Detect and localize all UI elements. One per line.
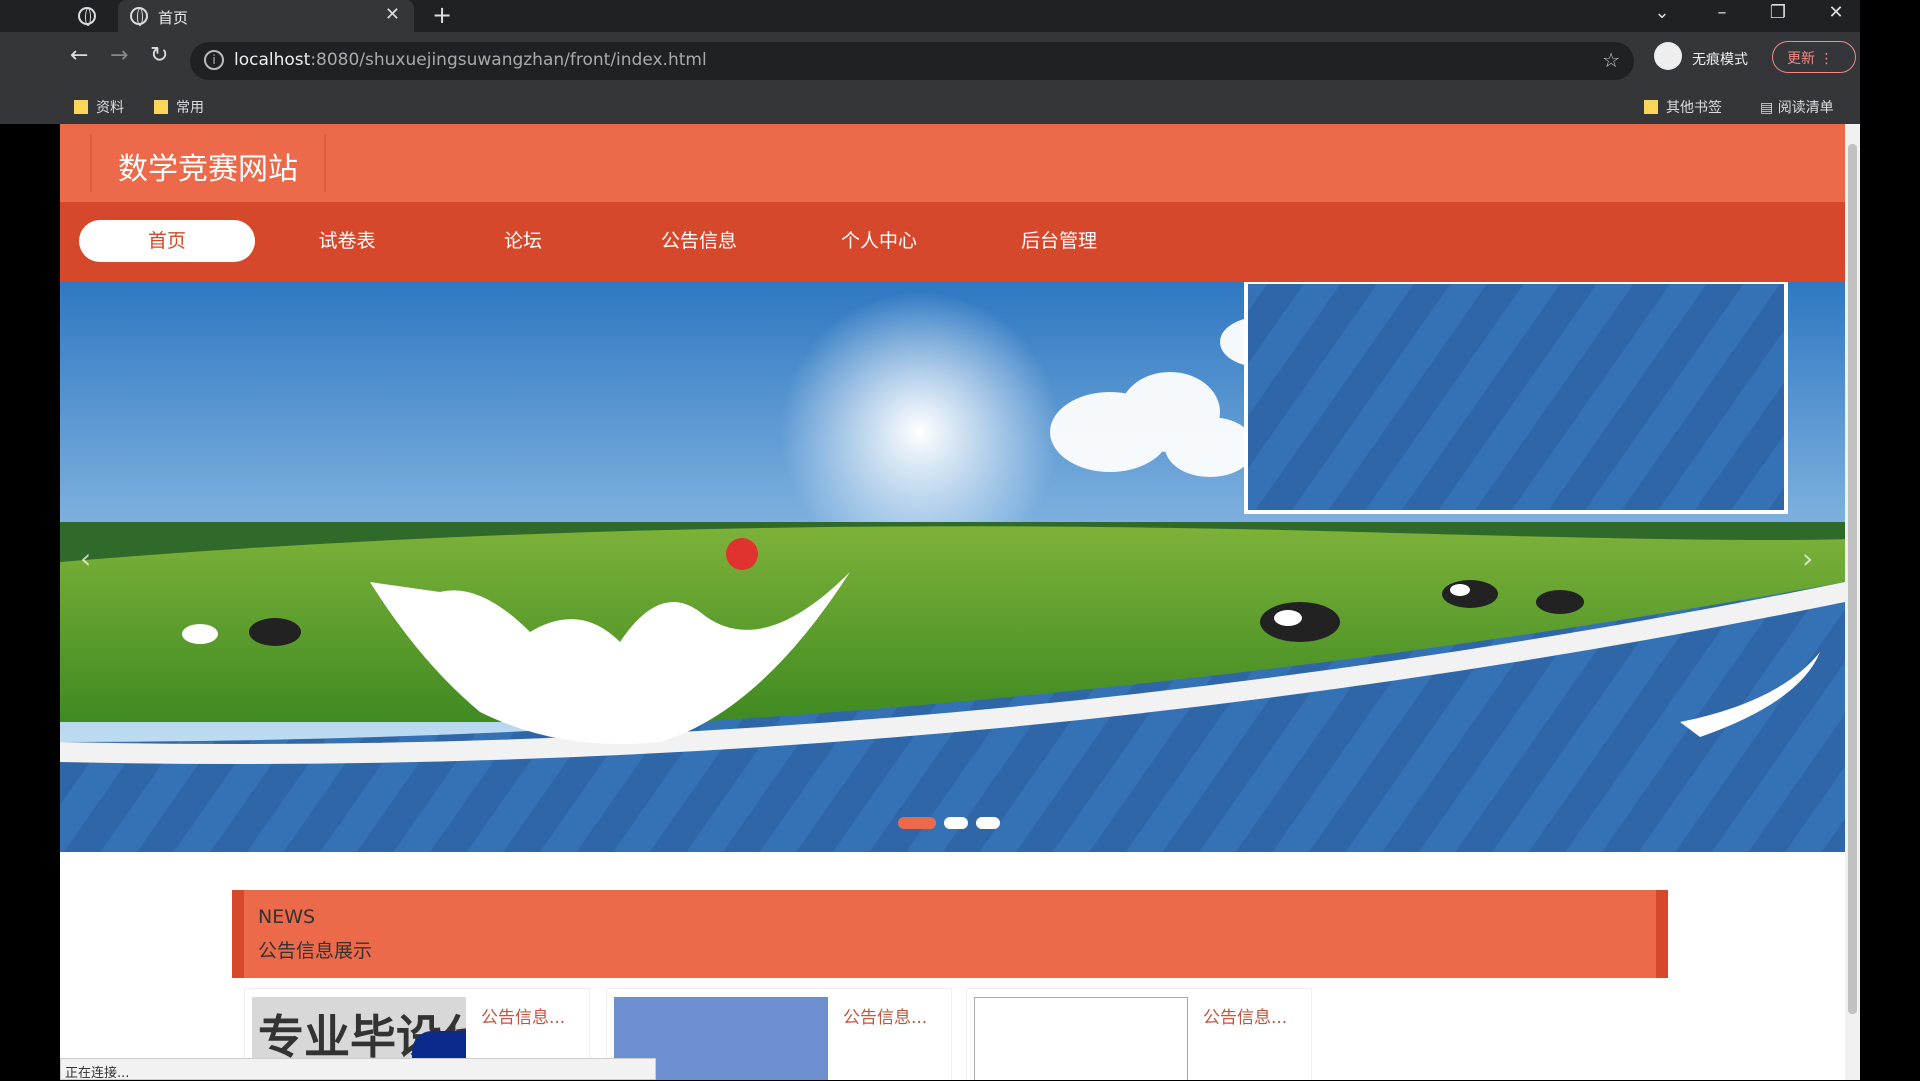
status-bubble: 正在连接... — [60, 1058, 656, 1081]
reading-list[interactable]: ▤ 阅读清单 — [1760, 97, 1834, 117]
folder-icon — [1644, 100, 1658, 114]
minimize-icon[interactable]: – — [1704, 2, 1740, 23]
news-card-title[interactable]: 公告信息... — [1203, 1003, 1287, 1028]
banner-image — [60, 282, 1845, 852]
carousel-dot-3[interactable] — [976, 817, 1000, 829]
nav-forum[interactable]: 论坛 — [435, 220, 611, 262]
other-bookmarks[interactable]: 其他书签 — [1644, 97, 1722, 117]
other-bookmarks-label: 其他书签 — [1666, 100, 1722, 116]
nav-personal-center[interactable]: 个人中心 — [791, 220, 967, 262]
news-card-2[interactable]: 公告信息... — [606, 988, 952, 1080]
site-info-icon[interactable]: i — [204, 50, 224, 70]
site-title[interactable]: 数学竞赛网站 — [90, 134, 326, 192]
update-label: 更新 — [1787, 51, 1815, 67]
news-card-3[interactable]: 公告信息... — [966, 988, 1312, 1080]
url-host: localhost — [234, 50, 311, 70]
bookmark-label: 资料 — [96, 100, 124, 116]
nav-home[interactable]: 首页 — [79, 220, 255, 262]
tab-close-icon[interactable]: ✕ — [385, 4, 400, 25]
nav-admin[interactable]: 后台管理 — [971, 220, 1147, 262]
web-page: 数学竞赛网站 首页 试卷表 论坛 公告信息 个人中心 后台管理 ‹ › NEWS… — [60, 124, 1845, 1080]
news-card-image — [974, 997, 1188, 1080]
bookmarks-bar: 资料 常用 其他书签 ▤ 阅读清单 — [0, 88, 1860, 124]
browser-tab[interactable]: 首页 ✕ — [118, 0, 414, 32]
page-scrollbar[interactable] — [1845, 124, 1860, 1080]
bookmark-folder-changyong[interactable]: 常用 — [154, 97, 204, 117]
reading-list-label: 阅读清单 — [1777, 100, 1834, 116]
tab-search-globe-icon[interactable] — [78, 7, 96, 26]
url-path: :8080/shuxuejingsuwangzhan/front/index.h… — [310, 50, 707, 70]
folder-icon — [154, 100, 168, 114]
carousel-dot-2[interactable] — [944, 817, 968, 829]
folder-icon — [74, 100, 88, 114]
carousel-prev-chevron-left-icon[interactable]: ‹ — [80, 542, 91, 575]
browser-chrome: 首页 ✕ + ⌄ – ❐ ✕ ← → ↻ i localhost:8080/sh… — [0, 0, 1860, 124]
news-card-title[interactable]: 公告信息... — [843, 1003, 927, 1028]
carousel-indicators — [898, 814, 1008, 833]
forward-arrow-icon[interactable]: → — [110, 43, 128, 68]
incognito-label: 无痕模式 — [1692, 52, 1748, 68]
reload-icon[interactable]: ↻ — [150, 43, 168, 68]
nav-exam-papers[interactable]: 试卷表 — [259, 220, 435, 262]
bookmark-label: 常用 — [176, 100, 204, 116]
bookmark-star-icon[interactable]: ☆ — [1602, 48, 1620, 72]
tab-strip: 首页 ✕ + ⌄ – ❐ ✕ — [0, 0, 1860, 32]
restore-icon[interactable]: ❐ — [1760, 2, 1796, 23]
tab-list-chevron-icon[interactable]: ⌄ — [1644, 2, 1680, 23]
incognito-icon[interactable] — [1654, 42, 1682, 70]
bookmark-folder-ziliao[interactable]: 资料 — [74, 97, 124, 117]
new-tab-icon[interactable]: + — [432, 1, 452, 29]
nav-announcements[interactable]: 公告信息 — [611, 220, 787, 262]
back-arrow-icon[interactable]: ← — [70, 43, 88, 68]
browser-toolbar: ← → ↻ i localhost:8080/shuxuejingsuwangz… — [0, 32, 1860, 88]
tab-title: 首页 — [158, 9, 189, 27]
favicon-globe-icon — [130, 7, 148, 26]
news-card-title[interactable]: 公告信息... — [481, 1003, 565, 1028]
reading-list-icon: ▤ — [1760, 100, 1778, 116]
scrollbar-thumb[interactable] — [1848, 144, 1857, 1014]
address-bar[interactable]: i localhost:8080/shuxuejingsuwangzhan/fr… — [190, 42, 1634, 80]
kebab-menu-icon[interactable]: ⋮ — [1819, 51, 1833, 67]
news-heading-en: NEWS — [258, 906, 316, 928]
site-header: 数学竞赛网站 — [60, 124, 1845, 202]
main-nav: 首页 试卷表 论坛 公告信息 个人中心 后台管理 — [60, 202, 1845, 282]
window-close-icon[interactable]: ✕ — [1818, 2, 1854, 23]
news-heading-cn: 公告信息展示 — [258, 940, 373, 962]
hero-carousel[interactable]: ‹ › — [60, 282, 1845, 852]
url-text[interactable]: localhost:8080/shuxuejingsuwangzhan/fron… — [234, 50, 707, 70]
news-section-header: NEWS 公告信息展示 — [232, 890, 1668, 978]
carousel-dot-1[interactable] — [898, 817, 936, 829]
update-button[interactable]: 更新 ⋮ — [1772, 41, 1856, 73]
carousel-next-chevron-right-icon[interactable]: › — [1802, 542, 1813, 575]
